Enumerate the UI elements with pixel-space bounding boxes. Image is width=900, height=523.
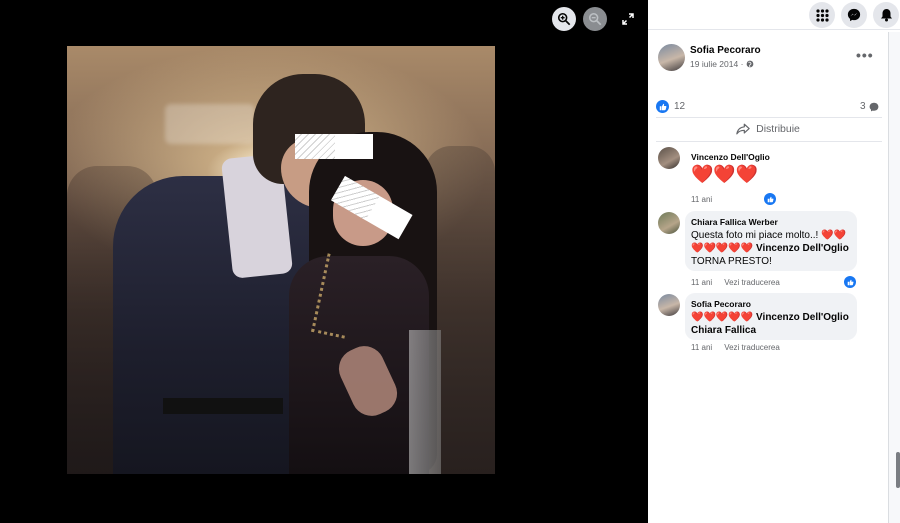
comment-reaction[interactable] xyxy=(844,276,856,288)
comment-text: Questa foto mi piace molto..! ❤️❤️ xyxy=(691,230,846,241)
comments-count[interactable]: 3 xyxy=(860,101,879,112)
like-icon xyxy=(656,100,669,113)
share-icon xyxy=(736,123,750,135)
messenger-icon xyxy=(847,8,861,22)
comment-avatar[interactable] xyxy=(658,147,680,169)
post-author[interactable]: Sofia Pecoraro xyxy=(690,45,761,56)
fullscreen-button[interactable] xyxy=(618,7,638,31)
post-sidebar: Sofia Pecoraro 19 iulie 2014 · ••• 12 3 … xyxy=(648,0,900,523)
like-icon xyxy=(767,196,773,202)
fullscreen-icon xyxy=(622,13,634,25)
share-label: Distribuie xyxy=(756,123,800,135)
photo-light xyxy=(165,104,255,144)
comment-avatar[interactable] xyxy=(658,294,680,316)
notifications-button[interactable] xyxy=(873,2,899,28)
post-photo[interactable] xyxy=(67,46,495,474)
zoom-out-button[interactable] xyxy=(583,7,607,31)
see-translation-link[interactable]: Vezi traducerea xyxy=(724,343,780,352)
comment-meta: 11 ani xyxy=(691,195,712,204)
likes-count: 12 xyxy=(674,101,686,112)
comment-hearts: ❤️❤️❤️❤️❤️ xyxy=(691,243,754,254)
like-icon xyxy=(847,279,853,285)
reactions-summary[interactable]: 12 xyxy=(656,100,685,113)
zoom-out-icon xyxy=(588,12,602,26)
comment-meta: 11 ani Vezi traducerea xyxy=(691,278,780,287)
grid-menu-icon xyxy=(815,8,829,22)
comment-time[interactable]: 11 ani xyxy=(691,278,712,287)
scrollbar-thumb[interactable] xyxy=(896,452,900,488)
comment-text: Chiara Fallica xyxy=(691,324,756,337)
zoom-in-button[interactable] xyxy=(552,7,576,31)
comment-time[interactable]: 11 ani xyxy=(691,195,712,204)
photo-drape xyxy=(409,330,441,474)
comment-mention[interactable]: Chiara Fallica xyxy=(691,325,756,336)
share-button[interactable]: Distribuie xyxy=(648,118,888,140)
author-avatar[interactable] xyxy=(658,44,685,71)
comment-text: ❤️❤️❤️❤️❤️ Vincenzo Dell'Oglio xyxy=(691,242,856,255)
comment-meta: 11 ani Vezi traducerea xyxy=(691,343,780,352)
comment-reaction[interactable] xyxy=(764,193,776,205)
messenger-button[interactable] xyxy=(841,2,867,28)
post-date[interactable]: 19 iulie 2014 · xyxy=(690,59,754,69)
divider xyxy=(656,141,882,142)
comment-mention[interactable]: Vincenzo Dell'Oglio xyxy=(756,243,849,254)
bell-icon xyxy=(880,9,892,22)
menu-button[interactable] xyxy=(809,2,835,28)
photo-belt xyxy=(163,398,283,414)
see-translation-link[interactable]: Vezi traducerea xyxy=(724,278,780,287)
comment-icon xyxy=(869,102,878,111)
comment-hearts: ❤️❤️ xyxy=(821,230,846,241)
top-nav xyxy=(648,0,900,30)
comment-text: TORNA PRESTO! xyxy=(691,256,772,267)
globe-icon xyxy=(747,60,754,68)
comment-hearts: ❤️❤️❤️❤️❤️ xyxy=(691,312,754,323)
comment-avatar[interactable] xyxy=(658,212,680,234)
comment-author[interactable]: Vincenzo Dell'Oglio xyxy=(691,152,770,162)
comment-mention[interactable]: Vincenzo Dell'Oglio xyxy=(756,312,849,323)
comment-author[interactable]: Sofia Pecoraro xyxy=(691,299,751,309)
scrollbar-track[interactable] xyxy=(888,32,900,523)
comment-time[interactable]: 11 ani xyxy=(691,343,712,352)
post-date-text[interactable]: 19 iulie 2014 · xyxy=(690,59,743,69)
comment-author[interactable]: Chiara Fallica Werber xyxy=(691,217,778,227)
censor-box-top xyxy=(295,134,373,159)
comment-hearts: ❤️❤️❤️ xyxy=(691,164,759,184)
more-options-button[interactable]: ••• xyxy=(856,47,874,63)
comment-text: ❤️❤️❤️❤️❤️ Vincenzo Dell'Oglio xyxy=(691,311,856,324)
zoom-in-icon xyxy=(557,12,571,26)
photo-viewer xyxy=(0,0,648,523)
